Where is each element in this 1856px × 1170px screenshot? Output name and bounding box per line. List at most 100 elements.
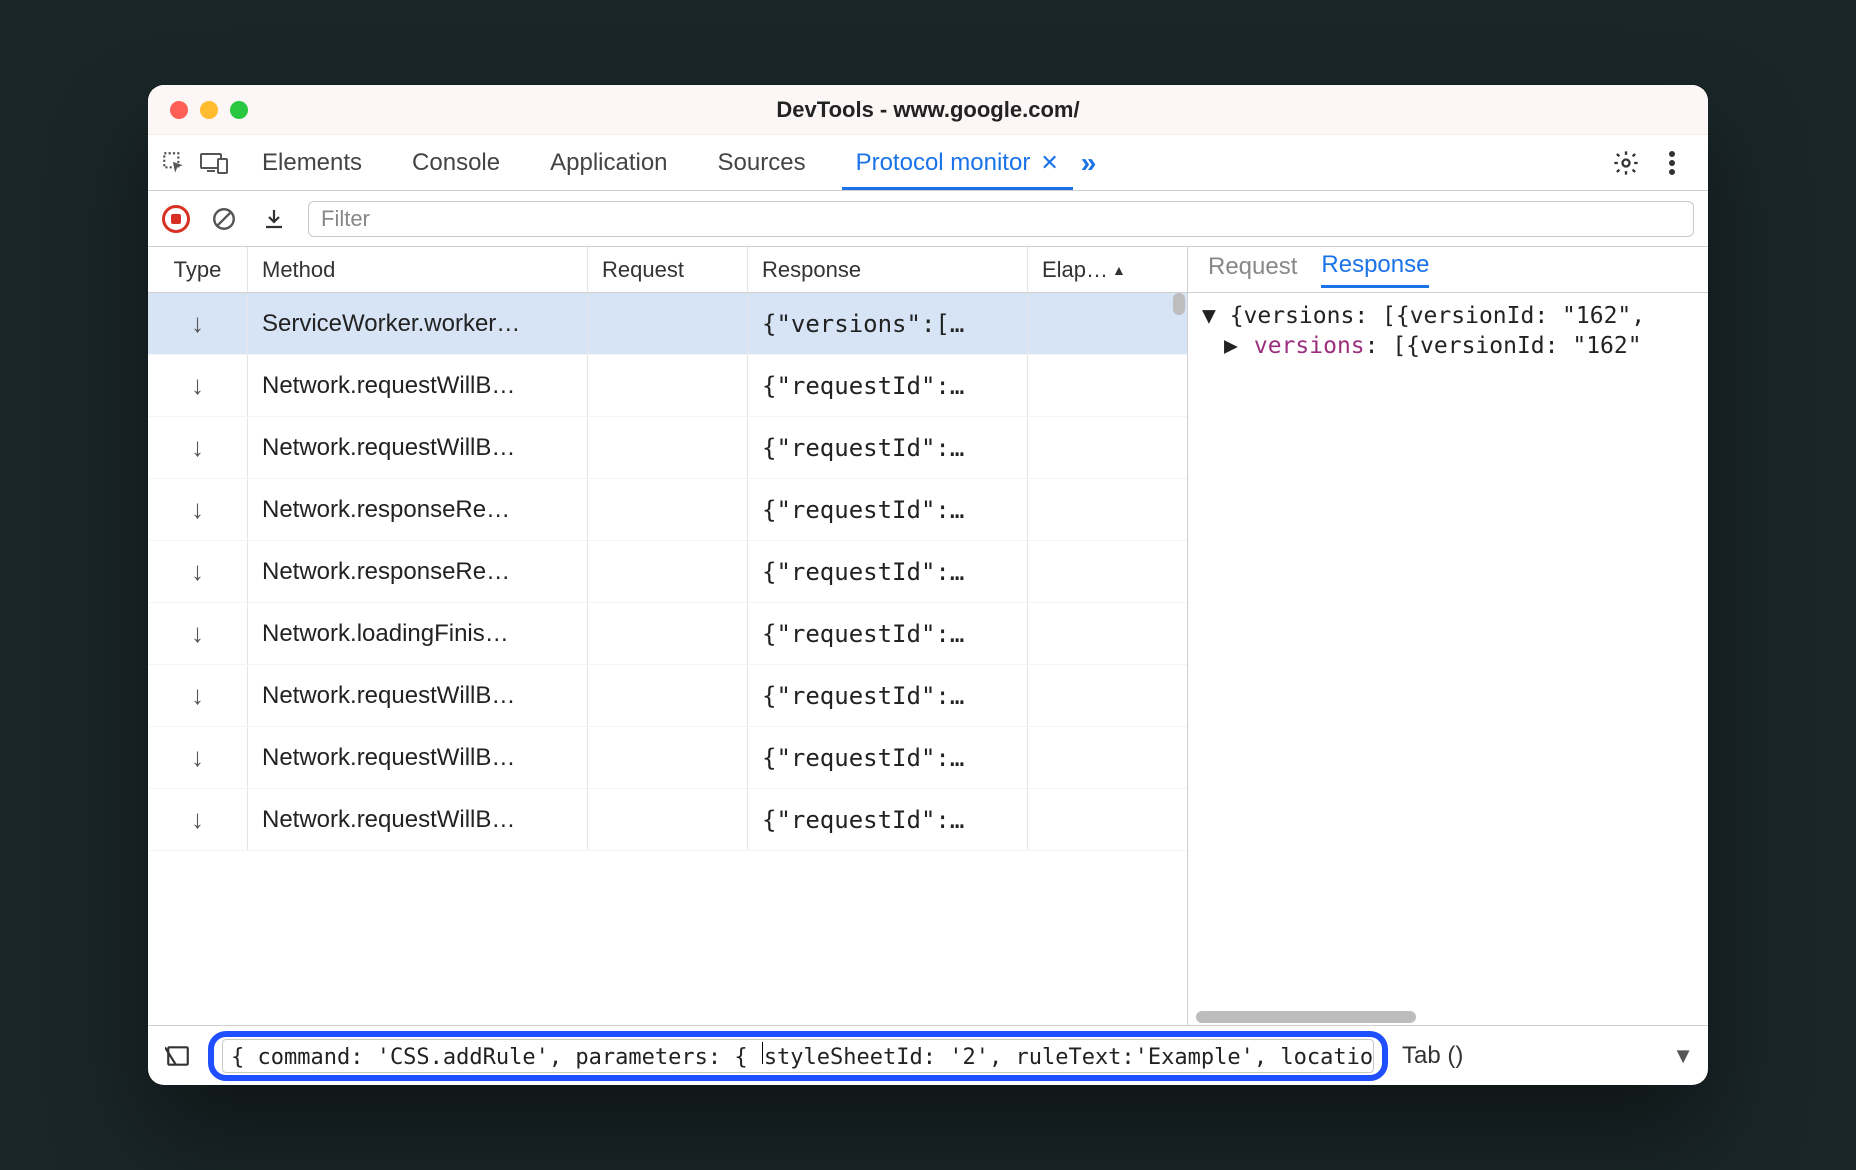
kebab-menu-icon[interactable] — [1656, 147, 1688, 179]
drawer-tab[interactable]: Tab () — [1402, 1042, 1463, 1070]
cell-method: ServiceWorker.worker… — [248, 293, 588, 354]
sort-asc-icon: ▲ — [1112, 262, 1126, 278]
table-header: Type Method Request Response Elap…▲ — [148, 247, 1187, 293]
side-panel: Request Response ▼ {versions: [{versionI… — [1188, 247, 1708, 1025]
arrow-down-icon: ↓ — [191, 804, 204, 835]
cell-response: {"versions":[… — [748, 293, 1028, 354]
text-cursor — [762, 1042, 763, 1064]
cell-elapsed — [1028, 417, 1187, 478]
cell-method: Network.requestWillB… — [248, 417, 588, 478]
horizontal-scrollbar-thumb[interactable] — [1196, 1011, 1416, 1023]
tab-console[interactable]: Console — [398, 135, 514, 190]
cell-elapsed — [1028, 727, 1187, 788]
tab-elements[interactable]: Elements — [248, 135, 376, 190]
command-text: { command: 'CSS.addRule', parameters: { … — [231, 1042, 1374, 1070]
tab-sources[interactable]: Sources — [704, 135, 820, 190]
download-icon[interactable] — [258, 203, 290, 235]
cell-type: ↓ — [148, 541, 248, 602]
table-row[interactable]: ↓Network.requestWillB…{"requestId":… — [148, 665, 1187, 727]
cell-method: Network.responseRe… — [248, 541, 588, 602]
tab-bar: Elements Console Application Sources Pro… — [148, 135, 1708, 191]
cell-elapsed — [1028, 293, 1187, 354]
cell-type: ↓ — [148, 293, 248, 354]
filter-input[interactable] — [308, 201, 1694, 237]
close-window-button[interactable] — [170, 101, 188, 119]
traffic-lights — [170, 101, 248, 119]
table-body: ↓ServiceWorker.worker…{"versions":[…↓Net… — [148, 293, 1187, 1025]
cell-method: Network.responseRe… — [248, 479, 588, 540]
response-body: ▼ {versions: [{versionId: "162", ▶ versi… — [1188, 293, 1708, 1011]
tabs-overflow-icon[interactable]: » — [1081, 147, 1097, 179]
table-row[interactable]: ↓Network.responseRe…{"requestId":… — [148, 541, 1187, 603]
inspect-element-icon[interactable] — [158, 147, 190, 179]
cell-type: ↓ — [148, 355, 248, 416]
settings-gear-icon[interactable] — [1610, 147, 1642, 179]
col-elapsed[interactable]: Elap…▲ — [1028, 247, 1187, 292]
tab-application[interactable]: Application — [536, 135, 681, 190]
json-key: versions — [1254, 333, 1365, 359]
cell-type: ↓ — [148, 417, 248, 478]
expand-caret-icon[interactable]: ▶ — [1224, 333, 1240, 359]
protocol-table: Type Method Request Response Elap…▲ ↓Ser… — [148, 247, 1188, 1025]
record-button[interactable] — [162, 205, 190, 233]
cell-elapsed — [1028, 789, 1187, 850]
arrow-down-icon: ↓ — [191, 556, 204, 587]
json-line[interactable]: ▶ versions: [{versionId: "162" — [1202, 333, 1694, 359]
col-request[interactable]: Request — [588, 247, 748, 292]
cell-request — [588, 479, 748, 540]
cell-method: Network.requestWillB… — [248, 355, 588, 416]
col-response[interactable]: Response — [748, 247, 1028, 292]
cell-elapsed — [1028, 541, 1187, 602]
json-line[interactable]: ▼ {versions: [{versionId: "162", — [1202, 303, 1694, 329]
arrow-down-icon: ↓ — [191, 308, 204, 339]
arrow-down-icon: ↓ — [191, 432, 204, 463]
minimize-window-button[interactable] — [200, 101, 218, 119]
cell-method: Network.requestWillB… — [248, 727, 588, 788]
col-type[interactable]: Type — [148, 247, 248, 292]
cell-type: ↓ — [148, 479, 248, 540]
side-tab-response[interactable]: Response — [1321, 251, 1429, 288]
cell-request — [588, 727, 748, 788]
table-row[interactable]: ↓ ServiceWorker.worker… {"versions":[… — [148, 293, 1187, 355]
device-toolbar-icon[interactable] — [198, 147, 230, 179]
tab-protocol-monitor[interactable]: Protocol monitor ✕ — [842, 135, 1073, 190]
cell-response: {"requestId":… — [748, 727, 1028, 788]
table-row[interactable]: ↓Network.responseRe… {"requestId":… — [148, 479, 1187, 541]
cell-type: ↓ — [148, 665, 248, 726]
cell-response: {"requestId":… — [748, 603, 1028, 664]
clear-icon[interactable] — [208, 203, 240, 235]
table-row[interactable]: ↓Network.loadingFinis…{"requestId":… — [148, 603, 1187, 665]
tab-label: Protocol monitor — [856, 149, 1031, 177]
side-tab-request[interactable]: Request — [1208, 253, 1297, 287]
table-row[interactable]: ↓Network.requestWillB…{"requestId":… — [148, 789, 1187, 851]
table-row[interactable]: ↓ Network.requestWillB… {"requestId":… — [148, 417, 1187, 479]
drawer-collapse-icon[interactable]: ▼ — [1672, 1043, 1694, 1069]
window-title: DevTools - www.google.com/ — [148, 97, 1708, 123]
cell-request — [588, 293, 748, 354]
show-drawer-icon[interactable] — [162, 1040, 194, 1072]
cell-elapsed — [1028, 479, 1187, 540]
tab-label: Application — [550, 149, 667, 177]
table-row[interactable]: ↓Network.requestWillB…{"requestId":… — [148, 727, 1187, 789]
cell-response: {"requestId":… — [748, 355, 1028, 416]
cell-request — [588, 789, 748, 850]
cell-elapsed — [1028, 665, 1187, 726]
cell-response: {"requestId":… — [748, 789, 1028, 850]
col-method[interactable]: Method — [248, 247, 588, 292]
cell-elapsed — [1028, 355, 1187, 416]
command-input-highlight: { command: 'CSS.addRule', parameters: { … — [208, 1031, 1388, 1081]
cell-response: {"requestId":… — [748, 479, 1028, 540]
cell-response: {"requestId":… — [748, 417, 1028, 478]
zoom-window-button[interactable] — [230, 101, 248, 119]
panel-tabs: Elements Console Application Sources Pro… — [248, 135, 1073, 190]
vertical-scrollbar-thumb[interactable] — [1173, 293, 1185, 315]
tab-label: Console — [412, 149, 500, 177]
close-tab-icon[interactable]: ✕ — [1040, 150, 1058, 176]
cell-request — [588, 665, 748, 726]
devtools-window: DevTools - www.google.com/ Elements Cons… — [148, 85, 1708, 1085]
table-row[interactable]: ↓Network.requestWillB… {"requestId":… — [148, 355, 1187, 417]
titlebar: DevTools - www.google.com/ — [148, 85, 1708, 135]
command-input[interactable]: { command: 'CSS.addRule', parameters: { … — [222, 1039, 1374, 1073]
cell-request — [588, 417, 748, 478]
main-area: Type Method Request Response Elap…▲ ↓Ser… — [148, 247, 1708, 1025]
